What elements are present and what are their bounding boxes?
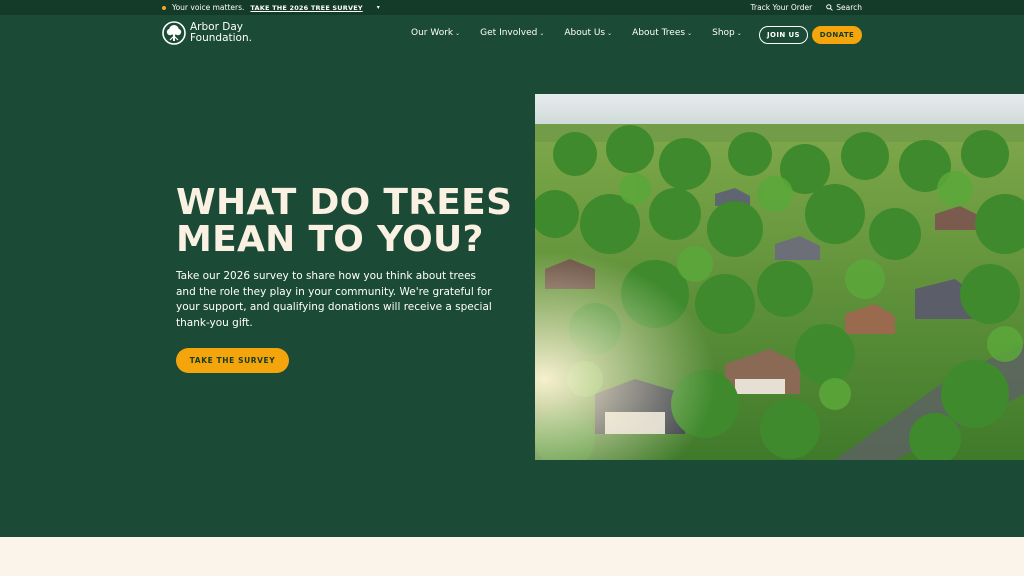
hero-description: Take our 2026 survey to share how you th… [176, 270, 492, 329]
survey-link[interactable]: TAKE THE 2026 TREE SURVEY [250, 4, 362, 12]
tree-logo-icon [162, 21, 186, 45]
hero-neighborhood-image [535, 94, 1024, 460]
logo-line-2: Foundation. [190, 32, 252, 44]
announcement-dot-icon [162, 5, 166, 10]
announcement-text: Your voice matters. [172, 3, 245, 12]
logo[interactable]: Arbor Day Foundation. [162, 21, 252, 45]
nav-item-get-involved[interactable]: Get Involved ⌄ [480, 28, 544, 38]
chevron-down-icon: ⌄ [736, 29, 742, 37]
nav-item-label: Shop [712, 28, 735, 38]
track-order-link[interactable]: Track Your Order [751, 3, 813, 12]
donate-button[interactable]: DONATE [812, 26, 862, 44]
nav-item-label: About Trees [632, 28, 686, 38]
take-survey-button[interactable]: TAKE THE SURVEY [176, 348, 289, 373]
chevron-down-icon: ⌄ [607, 29, 613, 37]
chevron-down-icon: ⌄ [455, 29, 461, 37]
nav-item-shop[interactable]: Shop ⌄ [712, 28, 742, 38]
logo-wordmark: Arbor Day Foundation. [190, 22, 252, 44]
nav-item-about-us[interactable]: About Us ⌄ [564, 28, 612, 38]
search-button[interactable]: Search [826, 3, 862, 12]
next-section-band [0, 537, 1024, 576]
hero-title-line-2: MEAN TO YOU? [176, 219, 484, 260]
main-header: Arbor Day Foundation. Our Work ⌄ Get Inv… [0, 15, 1024, 55]
chevron-down-icon[interactable]: ▾ [377, 4, 380, 11]
nav-item-label: About Us [564, 28, 606, 38]
nav-item-our-work[interactable]: Our Work ⌄ [411, 28, 460, 38]
utility-links: Track Your Order Search [751, 3, 863, 12]
chevron-down-icon: ⌄ [687, 29, 693, 37]
utility-bar: Your voice matters. TAKE THE 2026 TREE S… [0, 0, 1024, 15]
hero-title-line-1: WHAT DO TREES [176, 182, 513, 223]
aerial-neighborhood-illustration [535, 94, 1024, 460]
chevron-down-icon: ⌄ [539, 29, 545, 37]
search-label: Search [836, 3, 862, 12]
join-us-button[interactable]: JOIN US [759, 26, 808, 44]
announcement: Your voice matters. TAKE THE 2026 TREE S… [162, 3, 380, 12]
primary-nav: Our Work ⌄ Get Involved ⌄ About Us ⌄ Abo… [411, 28, 742, 38]
nav-item-about-trees[interactable]: About Trees ⌄ [632, 28, 692, 38]
nav-item-label: Our Work [411, 28, 454, 38]
search-icon [826, 4, 834, 11]
nav-item-label: Get Involved [480, 28, 538, 38]
hero-title: WHAT DO TREES MEAN TO YOU? [176, 184, 516, 258]
